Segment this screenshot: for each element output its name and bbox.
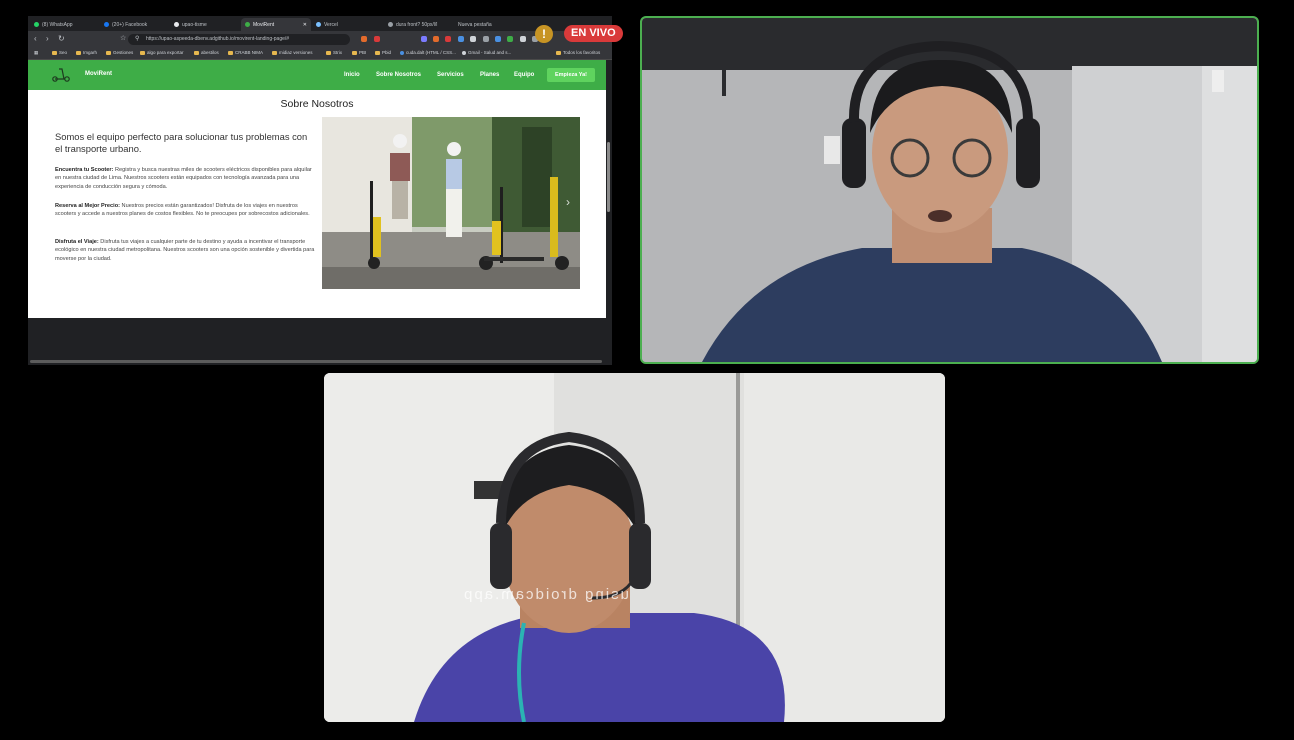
bookmark-link[interactable]: cuda.dalt (HTML / CSS... [400, 50, 456, 55]
nav-planes[interactable]: Planes [480, 72, 499, 78]
bookmark-folder[interactable]: abestilos [194, 50, 219, 55]
link-icon [400, 50, 404, 55]
tab-github[interactable]: upao-tisme [170, 18, 240, 31]
bookmark-folder[interactable]: algo para exportar [140, 50, 184, 55]
facebook-icon [104, 22, 109, 27]
tab-movirent[interactable]: MoviRent ✕ [241, 18, 311, 31]
bookmark-folder[interactable]: CRABB NIMA [228, 50, 263, 55]
folder-icon [272, 50, 277, 55]
folder-icon [106, 50, 111, 55]
carousel-next-icon[interactable]: › [566, 195, 570, 209]
droidcam-watermark: using droidcam.app [462, 586, 629, 603]
participant-video-2[interactable]: using droidcam.app [324, 373, 945, 722]
bookmark-link[interactable]: Gmail - Salud and s... [462, 50, 511, 55]
extension-icon[interactable] [520, 36, 526, 42]
nav-sobre-nosotros[interactable]: Sobre Nosotros [376, 72, 421, 78]
extension-icon[interactable] [483, 36, 489, 42]
github-icon [174, 22, 179, 27]
folder-icon [140, 50, 145, 55]
bookmark-folder[interactable]: Strix [326, 50, 342, 55]
bookmark-folder[interactable]: Gestiones [106, 50, 133, 55]
folder-icon [352, 50, 357, 55]
address-bar[interactable]: ⚲ https://upao-aspeeda-dbenv.adgithub.io… [128, 34, 350, 45]
site-header: MoviRent Inicio Sobre Nosotros Servicios… [28, 60, 606, 90]
site-info-icon: ⚲ [135, 36, 140, 42]
scooter-logo-icon[interactable] [52, 68, 70, 82]
extension-icon[interactable] [470, 36, 476, 42]
movirent-favicon [245, 22, 250, 27]
feature-disfruta: Disfruta el Viaje: Disfruta tus viajes a… [55, 239, 315, 262]
alert-icon[interactable]: ! [535, 25, 553, 43]
back-icon[interactable]: ‹ [34, 34, 37, 43]
feature-encuentra: Encuentra tu Scooter: Registra y busca n… [55, 167, 312, 190]
bookmark-folder[interactable]: Seo [52, 50, 67, 55]
nav-equipo[interactable]: Equipo [514, 72, 534, 78]
tab-whatsapp[interactable]: (8) WhatsApp [30, 18, 100, 31]
feature-reserva: Reserva al Mejor Precio: Nuestros precio… [55, 203, 310, 218]
extension-icon[interactable] [433, 36, 439, 42]
bookmark-folder[interactable]: Imgarh [76, 50, 97, 55]
extension-icon[interactable] [421, 36, 427, 42]
shared-screen: (8) WhatsApp (20+) Facebook upao-tisme M… [28, 16, 612, 365]
folder-icon [194, 50, 199, 55]
tab-search[interactable]: dura front? 50px/l/l [384, 18, 454, 31]
extension-icon[interactable] [458, 36, 464, 42]
bookmark-folder[interactable]: PBI [352, 50, 366, 55]
live-badge: EN VIVO [564, 25, 623, 42]
folder-icon [228, 50, 233, 55]
nav-servicios[interactable]: Servicios [437, 72, 464, 78]
webpage-viewport: MoviRent Inicio Sobre Nosotros Servicios… [28, 60, 606, 318]
folder-icon [375, 50, 380, 55]
nav-inicio[interactable]: Inicio [344, 72, 360, 78]
section-title: Sobre Nosotros [280, 98, 354, 110]
horizontal-scrollbar[interactable] [28, 358, 606, 365]
browser-toolbar: ‹ › ↻ ☆ ⚲ https://upao-aspeeda-dbenv.adg… [28, 31, 612, 48]
vertical-scrollbar[interactable] [606, 60, 612, 365]
browser-tab-bar: (8) WhatsApp (20+) Facebook upao-tisme M… [28, 16, 612, 31]
extension-icon[interactable] [495, 36, 501, 42]
bookmark-folder[interactable]: Todos los favoritos [556, 50, 600, 55]
folder-icon [52, 50, 57, 55]
brave-shield-icon[interactable] [361, 36, 367, 42]
participant-video-1[interactable] [640, 16, 1259, 364]
tab-facebook[interactable]: (20+) Facebook [100, 18, 170, 31]
vercel-icon [316, 22, 321, 27]
extension-icon[interactable] [445, 36, 451, 42]
close-tab-icon[interactable]: ✕ [303, 22, 307, 28]
tab-vercel[interactable]: Vercel [312, 18, 382, 31]
apps-icon[interactable]: ▦ [34, 50, 38, 56]
bookmark-folder[interactable]: midiaz versiones [272, 50, 313, 55]
participant-1-feed [642, 18, 1257, 362]
brand-name[interactable]: MoviRent [85, 71, 112, 77]
empieza-ya-button[interactable]: Empieza Ya! [547, 68, 595, 82]
scrollbar-thumb[interactable] [30, 360, 602, 363]
bookmark-star-icon[interactable]: ☆ [120, 34, 126, 42]
whatsapp-icon [34, 22, 39, 27]
scrollbar-thumb[interactable] [607, 142, 610, 212]
about-intro: Somos el equipo perfecto para solucionar… [55, 131, 308, 154]
folder-icon [556, 50, 561, 55]
globe-icon [388, 22, 393, 27]
carousel-image: › [322, 117, 580, 289]
folder-icon [76, 50, 81, 55]
reload-icon[interactable]: ↻ [58, 34, 65, 43]
forward-icon[interactable]: › [46, 34, 49, 43]
adblock-icon[interactable] [374, 36, 380, 42]
tab-new[interactable]: Nueva pestaña [454, 18, 524, 31]
participant-2-feed [324, 373, 945, 722]
bookmark-folder[interactable]: Pbid [375, 50, 391, 55]
mail-icon [462, 50, 466, 55]
extension-icon[interactable] [507, 36, 513, 42]
scooter-riders-photo [322, 117, 580, 289]
folder-icon [326, 50, 331, 55]
bookmarks-bar: ▦ Seo Imgarh Gestiones algo para exporta… [28, 48, 612, 60]
